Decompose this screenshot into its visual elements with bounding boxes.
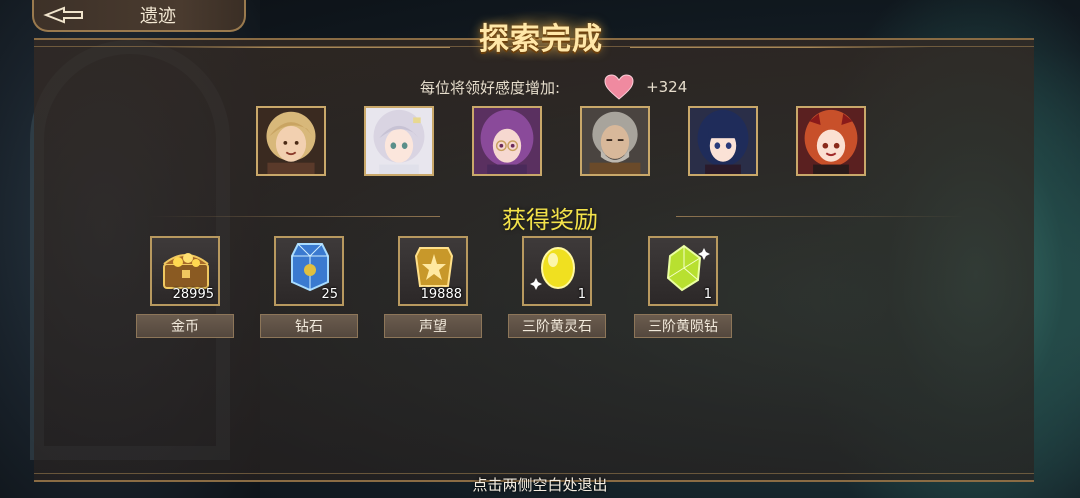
favor-value: +324 — [646, 78, 688, 96]
reward-label-diamond: 钻石 — [260, 314, 358, 338]
treasure-chest-icon — [163, 253, 209, 289]
reward-label-gold: 金币 — [136, 314, 234, 338]
title-divider-right — [630, 47, 930, 48]
yellow-spirit-stone-icon — [530, 247, 575, 290]
back-button[interactable]: 遗迹 — [32, 0, 246, 32]
reward-yellow-meteor-diamond[interactable]: 1 — [648, 236, 718, 306]
favor-row: 每位将领好感度增加: +324 — [420, 74, 687, 100]
back-label: 遗迹 — [140, 6, 176, 27]
exit-hint[interactable]: 点击两侧空白处退出 — [0, 474, 1080, 495]
yellow-meteor-diamond-icon — [666, 244, 710, 292]
portrait-orange-haired-girl[interactable] — [796, 106, 866, 176]
reward-label-yellow-meteor-diamond: 三阶黄陨钻 — [634, 314, 732, 338]
reward-count: 1 — [577, 287, 586, 302]
title-divider-left — [150, 47, 450, 48]
dialog-title: 探索完成 — [479, 22, 603, 57]
reward-count: 1 — [703, 287, 712, 302]
prestige-badge-icon — [414, 247, 454, 287]
reward-prestige[interactable]: 19888 — [398, 236, 468, 306]
title-banner: 探索完成 — [466, 10, 616, 62]
reward-label-prestige: 声望 — [384, 314, 482, 338]
portrait-dark-blue-haired-girl[interactable] — [688, 106, 758, 176]
reward-gold[interactable]: 28995 — [150, 236, 220, 306]
favor-label: 每位将领好感度增加: — [420, 78, 561, 97]
portrait-grey-bearded-man[interactable] — [580, 106, 650, 176]
portrait-purple-haired-girl[interactable] — [472, 106, 542, 176]
reward-divider-left — [150, 216, 440, 217]
back-arrow-icon — [43, 6, 83, 24]
reward-count: 28995 — [172, 287, 214, 302]
reward-diamond[interactable]: 25 — [274, 236, 344, 306]
portrait-silver-haired-girl[interactable] — [364, 106, 434, 176]
portrait-blonde-hero[interactable] — [256, 106, 326, 176]
reward-title: 获得奖励 — [502, 206, 598, 234]
heart-icon — [604, 74, 634, 100]
diamond-crystal-icon — [291, 243, 329, 292]
reward-divider-right — [676, 216, 966, 217]
reward-count: 19888 — [420, 287, 462, 302]
reward-yellow-spirit-stone[interactable]: 1 — [522, 236, 592, 306]
reward-count: 25 — [321, 287, 338, 302]
reward-label-yellow-spirit-stone: 三阶黄灵石 — [508, 314, 606, 338]
character-portraits — [256, 106, 868, 178]
